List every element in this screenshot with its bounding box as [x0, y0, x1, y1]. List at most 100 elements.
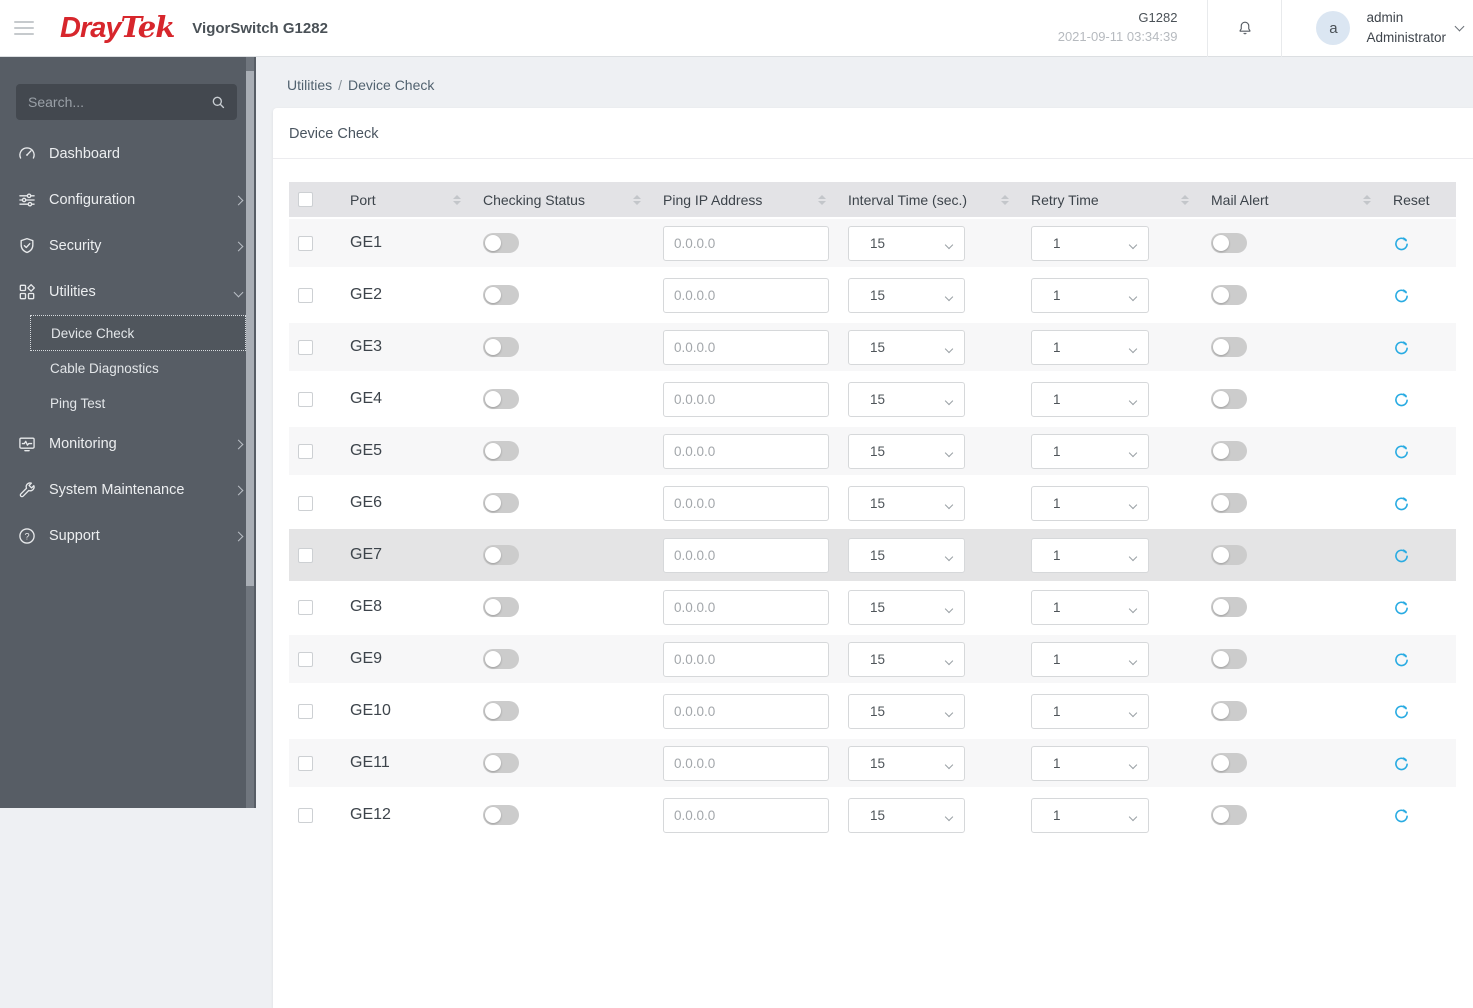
- reset-button[interactable]: [1393, 703, 1410, 720]
- row-checkbox[interactable]: [298, 651, 313, 667]
- checking-status-toggle[interactable]: [483, 233, 519, 253]
- checking-status-toggle[interactable]: [483, 389, 519, 409]
- interval-select[interactable]: 15: [848, 641, 965, 677]
- checking-status-toggle[interactable]: [483, 545, 519, 565]
- checking-status-toggle[interactable]: [483, 753, 519, 773]
- interval-select[interactable]: 15: [848, 329, 965, 365]
- interval-select[interactable]: 15: [848, 277, 965, 313]
- checking-status-toggle[interactable]: [483, 285, 519, 305]
- mail-alert-toggle[interactable]: [1211, 545, 1247, 565]
- row-checkbox[interactable]: [298, 703, 313, 719]
- row-checkbox[interactable]: [298, 235, 313, 251]
- interval-select[interactable]: 15: [848, 537, 965, 573]
- interval-select[interactable]: 15: [848, 381, 965, 417]
- sort-control[interactable]: [1001, 194, 1009, 205]
- menu-toggle-icon[interactable]: [14, 17, 34, 39]
- retry-select[interactable]: 1: [1031, 225, 1149, 261]
- reset-button[interactable]: [1393, 495, 1410, 512]
- row-checkbox[interactable]: [298, 287, 313, 303]
- sort-control[interactable]: [633, 194, 641, 205]
- sidebar-scrollbar-thumb[interactable]: [246, 71, 254, 586]
- notifications-button[interactable]: [1208, 0, 1281, 57]
- mail-alert-toggle[interactable]: [1211, 233, 1247, 253]
- ping-ip-input[interactable]: [663, 537, 829, 573]
- mail-alert-toggle[interactable]: [1211, 389, 1247, 409]
- reset-button[interactable]: [1393, 443, 1410, 460]
- ping-ip-input[interactable]: [663, 641, 829, 677]
- ping-ip-input[interactable]: [663, 329, 829, 365]
- checking-status-toggle[interactable]: [483, 649, 519, 669]
- sidebar-item-device-check[interactable]: Device Check: [30, 315, 246, 351]
- row-checkbox[interactable]: [298, 599, 313, 615]
- row-checkbox[interactable]: [298, 391, 313, 407]
- reset-button[interactable]: [1393, 807, 1410, 824]
- reset-button[interactable]: [1393, 651, 1410, 668]
- sidebar-item-support[interactable]: ? Support: [0, 513, 256, 559]
- mail-alert-toggle[interactable]: [1211, 285, 1247, 305]
- retry-select[interactable]: 1: [1031, 745, 1149, 781]
- row-checkbox[interactable]: [298, 755, 313, 771]
- retry-select[interactable]: 1: [1031, 641, 1149, 677]
- ping-ip-input[interactable]: [663, 485, 829, 521]
- ping-ip-input[interactable]: [663, 381, 829, 417]
- sort-control[interactable]: [818, 194, 826, 205]
- sidebar-item-system-maintenance[interactable]: System Maintenance: [0, 467, 256, 513]
- breadcrumb-link-device-check[interactable]: Device Check: [348, 77, 434, 93]
- sidebar-item-security[interactable]: Security: [0, 223, 256, 269]
- reset-button[interactable]: [1393, 235, 1410, 252]
- mail-alert-toggle[interactable]: [1211, 597, 1247, 617]
- ping-ip-input[interactable]: [663, 693, 829, 729]
- sidebar-item-ping-test[interactable]: Ping Test: [0, 386, 256, 421]
- row-checkbox[interactable]: [298, 495, 313, 511]
- row-checkbox[interactable]: [298, 807, 313, 823]
- checking-status-toggle[interactable]: [483, 597, 519, 617]
- mail-alert-toggle[interactable]: [1211, 493, 1247, 513]
- ping-ip-input[interactable]: [663, 797, 829, 833]
- retry-select[interactable]: 1: [1031, 277, 1149, 313]
- ping-ip-input[interactable]: [663, 433, 829, 469]
- mail-alert-toggle[interactable]: [1211, 701, 1247, 721]
- retry-select[interactable]: 1: [1031, 693, 1149, 729]
- reset-button[interactable]: [1393, 391, 1410, 408]
- sidebar-item-configuration[interactable]: Configuration: [0, 177, 256, 223]
- search-input[interactable]: [16, 94, 237, 110]
- user-menu[interactable]: a admin Administrator: [1282, 0, 1473, 57]
- row-checkbox[interactable]: [298, 339, 313, 355]
- select-all-checkbox[interactable]: [298, 192, 313, 207]
- reset-button[interactable]: [1393, 287, 1410, 304]
- sort-control[interactable]: [453, 194, 461, 205]
- checking-status-toggle[interactable]: [483, 337, 519, 357]
- ping-ip-input[interactable]: [663, 225, 829, 261]
- row-checkbox[interactable]: [298, 547, 313, 563]
- interval-select[interactable]: 15: [848, 225, 965, 261]
- ping-ip-input[interactable]: [663, 745, 829, 781]
- interval-select[interactable]: 15: [848, 693, 965, 729]
- mail-alert-toggle[interactable]: [1211, 753, 1247, 773]
- checking-status-toggle[interactable]: [483, 805, 519, 825]
- retry-select[interactable]: 1: [1031, 797, 1149, 833]
- reset-button[interactable]: [1393, 599, 1410, 616]
- mail-alert-toggle[interactable]: [1211, 441, 1247, 461]
- retry-select[interactable]: 1: [1031, 381, 1149, 417]
- sidebar-item-cable-diagnostics[interactable]: Cable Diagnostics: [0, 351, 256, 386]
- checking-status-toggle[interactable]: [483, 441, 519, 461]
- retry-select[interactable]: 1: [1031, 537, 1149, 573]
- interval-select[interactable]: 15: [848, 589, 965, 625]
- interval-select[interactable]: 15: [848, 745, 965, 781]
- row-checkbox[interactable]: [298, 443, 313, 459]
- checking-status-toggle[interactable]: [483, 493, 519, 513]
- retry-select[interactable]: 1: [1031, 433, 1149, 469]
- sidebar-item-utilities[interactable]: Utilities: [0, 269, 256, 315]
- ping-ip-input[interactable]: [663, 589, 829, 625]
- sidebar-item-dashboard[interactable]: Dashboard: [0, 131, 256, 177]
- retry-select[interactable]: 1: [1031, 485, 1149, 521]
- mail-alert-toggle[interactable]: [1211, 337, 1247, 357]
- ping-ip-input[interactable]: [663, 277, 829, 313]
- retry-select[interactable]: 1: [1031, 589, 1149, 625]
- interval-select[interactable]: 15: [848, 485, 965, 521]
- sort-control[interactable]: [1181, 194, 1189, 205]
- sidebar-item-monitoring[interactable]: Monitoring: [0, 421, 256, 467]
- reset-button[interactable]: [1393, 547, 1410, 564]
- checking-status-toggle[interactable]: [483, 701, 519, 721]
- reset-button[interactable]: [1393, 339, 1410, 356]
